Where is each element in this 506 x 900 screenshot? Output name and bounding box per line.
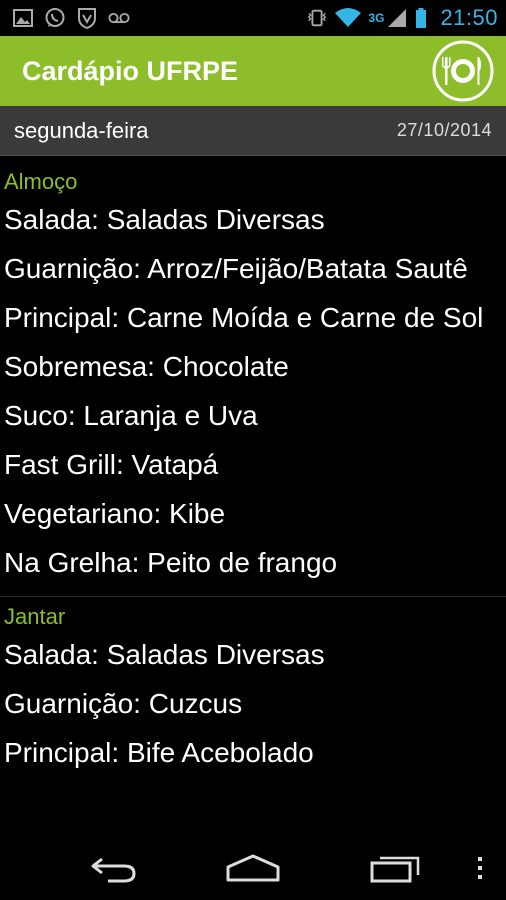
app-bar: Cardápio UFRPE — [0, 36, 506, 106]
list-item: Guarnição: Arroz/Feijão/Batata Sautê — [4, 253, 468, 284]
day-header: segunda-feira 27/10/2014 — [0, 106, 506, 156]
system-icons: 3G 21:50 — [306, 5, 506, 31]
meal-section-dinner: Jantar Salada: Saladas Diversas Guarniçã… — [0, 603, 506, 778]
day-date: 27/10/2014 — [396, 120, 492, 140]
home-icon[interactable] — [224, 850, 282, 886]
notification-icons — [0, 7, 130, 29]
list-item: Vegetariano: Kibe — [4, 498, 226, 529]
overflow-menu-icon[interactable] — [470, 850, 490, 886]
voicemail-icon — [108, 7, 130, 29]
navigation-bar — [0, 836, 506, 900]
signal-icon — [386, 7, 408, 29]
scroll-fade — [0, 812, 506, 836]
whatsapp-icon — [44, 7, 66, 29]
meal-title: Jantar — [4, 604, 66, 629]
wifi-icon — [334, 7, 362, 29]
menu-list[interactable]: Almoço Salada: Saladas Diversas Guarniçã… — [0, 156, 506, 836]
list-item: Salada: Saladas Diversas — [4, 204, 325, 235]
status-bar: 3G 21:50 — [0, 0, 506, 36]
clock: 21:50 — [440, 5, 498, 30]
list-item: Guarnição: Cuzcus — [4, 688, 243, 719]
list-item: Principal: Bife Acebolado — [4, 737, 314, 768]
divider — [0, 596, 506, 597]
network-type-label: 3G — [368, 11, 385, 25]
battery-icon — [414, 7, 428, 29]
list-item: Salada: Saladas Diversas — [4, 639, 325, 670]
image-icon — [12, 7, 34, 29]
meal-section-lunch: Almoço Salada: Saladas Diversas Guarniçã… — [0, 168, 506, 588]
shield-icon — [76, 7, 98, 29]
day-name: segunda-feira — [14, 117, 149, 143]
recent-apps-icon[interactable] — [368, 850, 424, 886]
vibrate-icon — [306, 7, 328, 29]
list-item: Na Grelha: Peito de frango — [4, 547, 338, 578]
app-title: Cardápio UFRPE — [22, 55, 239, 86]
list-item: Principal: Carne Moída e Carne de Sol — [4, 302, 484, 333]
list-item: Suco: Laranja e Uva — [4, 400, 258, 431]
list-item: Fast Grill: Vatapá — [4, 449, 219, 480]
plate-cutlery-icon[interactable] — [432, 40, 494, 102]
meal-title: Almoço — [4, 169, 78, 194]
back-icon[interactable] — [86, 850, 140, 886]
list-item: Sobremesa: Chocolate — [4, 351, 289, 382]
